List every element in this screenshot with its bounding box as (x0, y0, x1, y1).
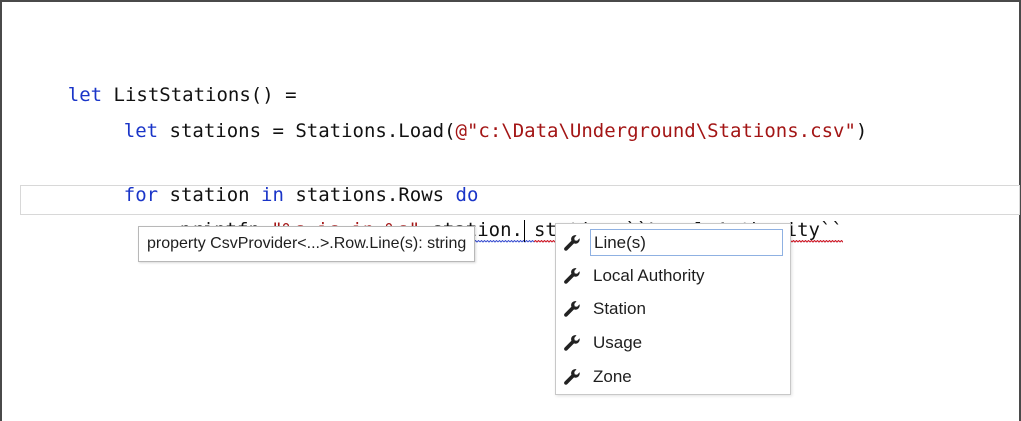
text-caret (523, 219, 525, 242)
completion-item-usage[interactable]: Usage (560, 327, 786, 358)
code-line-1[interactable]: let ListStations() = (22, 50, 297, 106)
completion-item-label: Station (593, 299, 646, 318)
completion-item-station[interactable]: Station (560, 293, 786, 324)
wrench-icon (564, 235, 580, 251)
completion-item-label: Local Authority (593, 266, 705, 285)
keyword-let: let (123, 120, 159, 142)
completion-item-label: Usage (593, 333, 643, 352)
code-editor[interactable]: let ListStations() = let stations = Stat… (0, 0, 1021, 421)
completion-item-label: Line(s) (590, 229, 783, 256)
completion-item-zone[interactable]: Zone (560, 361, 786, 392)
code-line-5[interactable]: printfn "%s is in %s" station.station.``… (134, 185, 843, 243)
quick-info-tooltip: property CsvProvider<...>.Row.Line(s): s… (138, 226, 476, 262)
completion-item-lines[interactable]: Line(s) (560, 227, 786, 258)
completion-item-local-authority[interactable]: Local Authority (560, 260, 786, 291)
code-line-2[interactable]: let stations = Stations.Load(@"c:\Data\U… (78, 86, 868, 142)
wrench-icon (564, 369, 580, 385)
wrench-icon (564, 301, 580, 317)
wrench-icon (564, 268, 580, 284)
wrench-icon (564, 335, 580, 351)
closing-paren: ) (855, 120, 868, 142)
completion-item-label: Zone (593, 367, 632, 386)
csv-path-string: @"c:\Data\Underground\Stations.csv" (455, 120, 856, 142)
stations-load-call: stations = Stations.Load( (158, 120, 456, 142)
code-line-4[interactable]: for station in stations.Rows do (78, 150, 479, 206)
intellisense-completion-list[interactable]: Line(s) Local Authority Station Usage Zo… (555, 223, 791, 395)
